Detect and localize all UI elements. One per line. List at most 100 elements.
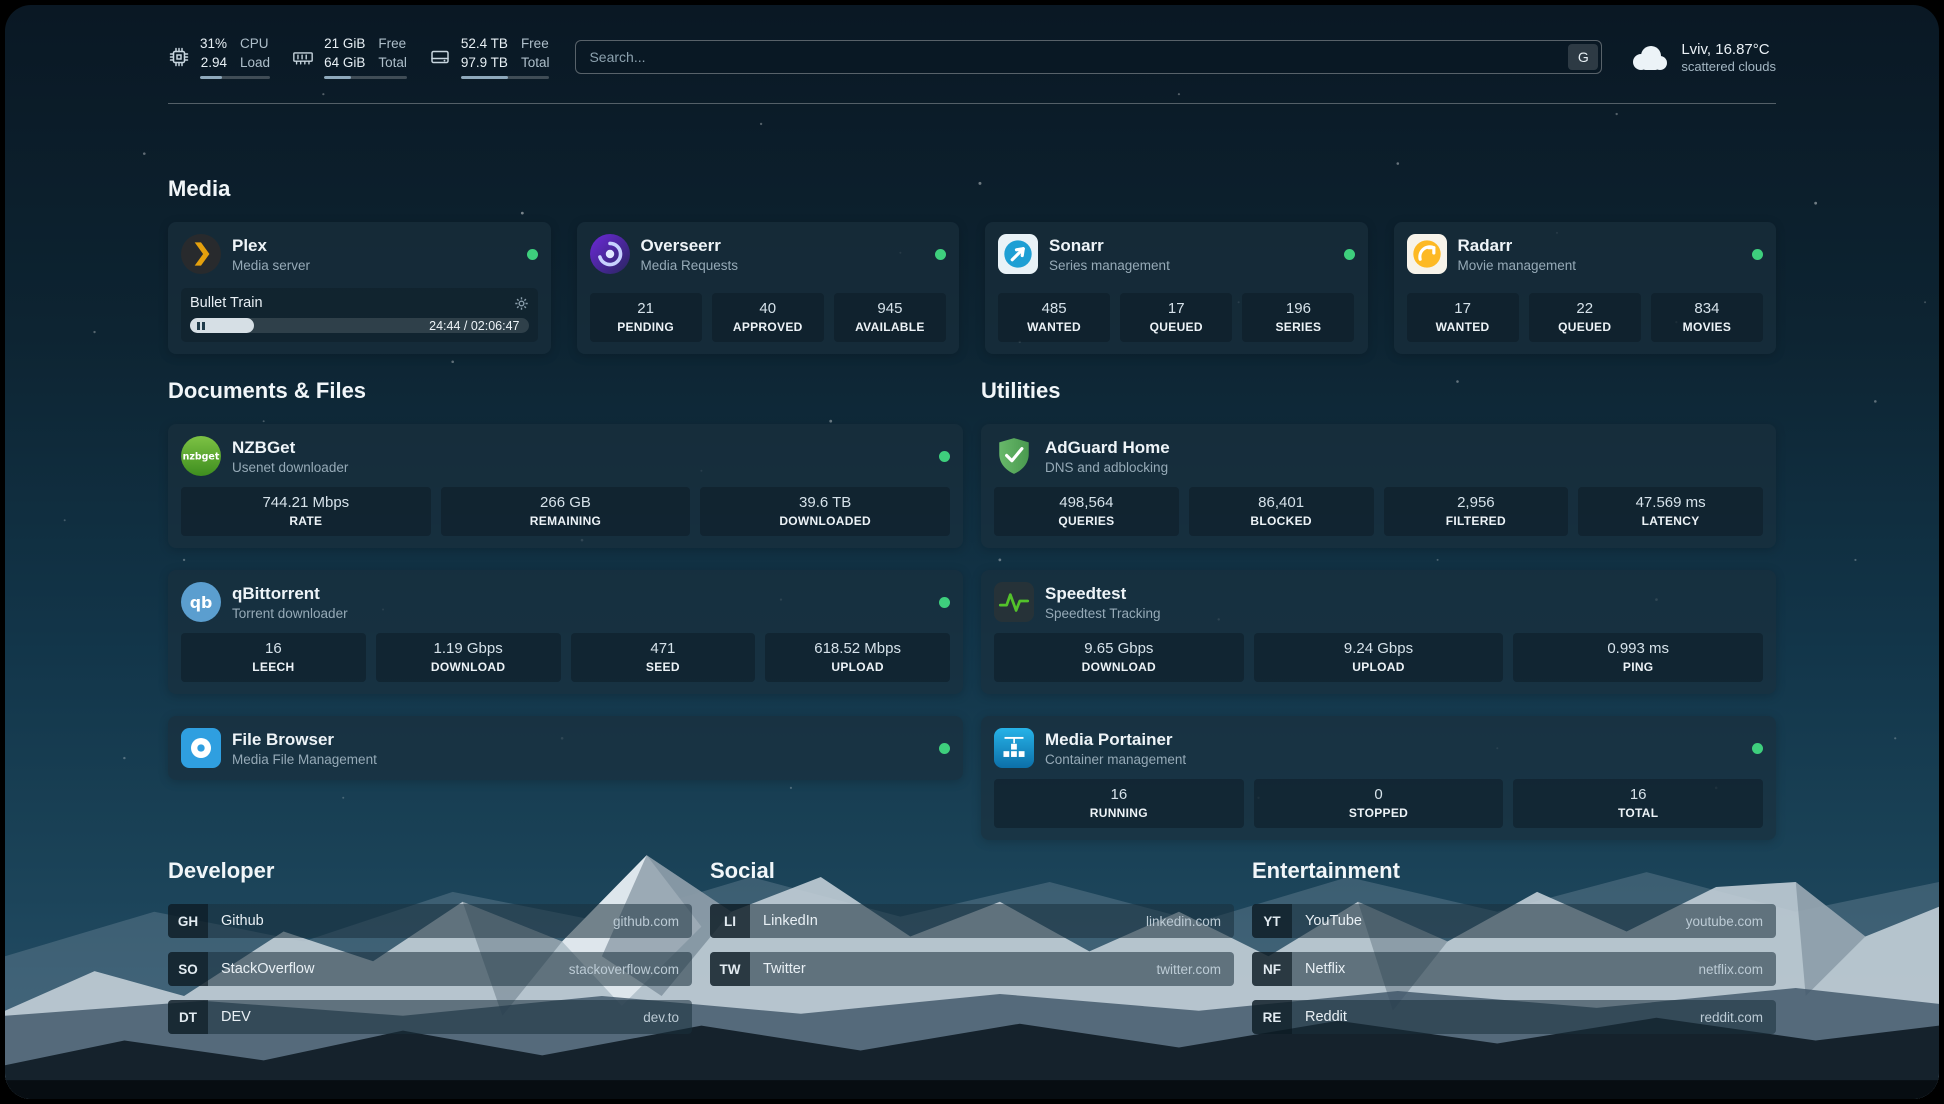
stat-latency: 47.569 msLATENCY [1578, 487, 1763, 536]
settings-gear-icon[interactable] [514, 296, 529, 311]
top-bar: 31% CPU 2.94 Load [168, 5, 1776, 104]
bookmark-github[interactable]: GH Github github.com [168, 904, 692, 938]
stat-available: 945AVAILABLE [834, 293, 946, 342]
disk-icon [429, 46, 451, 68]
disk-readout: 52.4 TB Free 97.9 TB Total [461, 35, 550, 79]
overseerr-icon [590, 234, 630, 274]
stat-approved: 40APPROVED [712, 293, 824, 342]
weather-widget: Lviv, 16.87°C scattered clouds [1628, 41, 1776, 74]
stat-queued: 22QUEUED [1529, 293, 1641, 342]
bookmark-abbr: GH [168, 904, 208, 938]
cpu-progress-fill [200, 76, 222, 79]
filebrowser-icon [181, 728, 221, 768]
status-dot [1344, 249, 1355, 260]
service-name: Overseerr [641, 236, 739, 256]
section-title-social: Social [710, 858, 1234, 884]
memory-total-label: Total [378, 54, 407, 72]
weather-text: Lviv, 16.87°C scattered clouds [1681, 41, 1776, 74]
cpu-load-value: 2.94 [200, 54, 227, 72]
stat-ping: 0.993 msPING [1513, 633, 1763, 682]
bookmark-dev[interactable]: DT DEV dev.to [168, 1000, 692, 1034]
qbittorrent-icon: qb [181, 582, 221, 622]
disk-resource-widget: 52.4 TB Free 97.9 TB Total [429, 35, 550, 79]
service-card-sonarr[interactable]: Sonarr Series management 485WANTED 17QUE… [985, 222, 1368, 354]
cpu-label: CPU [240, 35, 270, 53]
service-subtitle: DNS and adblocking [1045, 460, 1170, 475]
bookmark-stackoverflow[interactable]: SO StackOverflow stackoverflow.com [168, 952, 692, 986]
service-card-adguard[interactable]: AdGuard Home DNS and adblocking 498,564Q… [981, 424, 1776, 548]
service-name: Media Portainer [1045, 730, 1186, 750]
status-dot [527, 249, 538, 260]
bookmark-name: YouTube [1305, 913, 1362, 929]
stat-total: 16TOTAL [1513, 779, 1763, 828]
stat-stopped: 0STOPPED [1254, 779, 1504, 828]
service-stats: 17WANTED 22QUEUED 834MOVIES [1407, 293, 1764, 342]
service-heading: Media Portainer Container management [1045, 730, 1186, 767]
playback-progress-bar[interactable]: 24:44 / 02:06:47 [190, 318, 529, 333]
service-subtitle: Series management [1049, 258, 1170, 273]
plex-now-playing: Bullet Train 24:44 / 02:06:47 [181, 288, 538, 342]
service-card-portainer[interactable]: Media Portainer Container management 16R… [981, 716, 1776, 840]
svg-text:nzbget: nzbget [183, 452, 220, 463]
bookmark-name: Twitter [763, 961, 806, 977]
service-heading: Overseerr Media Requests [641, 236, 739, 273]
memory-progress-fill [324, 76, 351, 79]
cpu-readout: 31% CPU 2.94 Load [200, 35, 270, 79]
stat-filtered: 2,956FILTERED [1384, 487, 1569, 536]
service-card-radarr[interactable]: Radarr Movie management 17WANTED 22QUEUE… [1394, 222, 1777, 354]
bookmark-abbr: DT [168, 1000, 208, 1034]
disk-total-label: Total [521, 54, 550, 72]
service-card-speedtest[interactable]: Speedtest Speedtest Tracking 9.65 GbpsDO… [981, 570, 1776, 694]
stat-pending: 21PENDING [590, 293, 702, 342]
service-card-nzbget[interactable]: nzbget NZBGet Usenet downloader 744.21 M… [168, 424, 963, 548]
service-subtitle: Media server [232, 258, 310, 273]
cpu-load-label: Load [240, 54, 270, 72]
bookmark-name: Reddit [1305, 1009, 1347, 1025]
service-card-qbittorrent[interactable]: qb qBittorrent Torrent downloader 16LEEC… [168, 570, 963, 694]
memory-resource-widget: 21 GiB Free 64 GiB Total [292, 35, 407, 79]
section-title-entertainment: Entertainment [1252, 858, 1776, 884]
status-dot [1752, 743, 1763, 754]
bookmark-group-entertainment: Entertainment YT YouTube youtube.com NF … [1252, 858, 1776, 1034]
service-stats: 21PENDING 40APPROVED 945AVAILABLE [590, 293, 947, 342]
bookmark-linkedin[interactable]: LI LinkedIn linkedin.com [710, 904, 1234, 938]
bookmark-youtube[interactable]: YT YouTube youtube.com [1252, 904, 1776, 938]
bookmark-group-developer: Developer GH Github github.com SO StackO… [168, 858, 692, 1034]
service-card-overseerr[interactable]: Overseerr Media Requests 21PENDING 40APP… [577, 222, 960, 354]
service-heading: Plex Media server [232, 236, 310, 273]
bookmark-reddit[interactable]: RE Reddit reddit.com [1252, 1000, 1776, 1034]
service-subtitle: Container management [1045, 752, 1186, 767]
bookmarks-section: Developer GH Github github.com SO StackO… [168, 858, 1776, 1034]
service-subtitle: Torrent downloader [232, 606, 348, 621]
bookmark-abbr: TW [710, 952, 750, 986]
service-stats: 16RUNNING 0STOPPED 16TOTAL [994, 779, 1763, 828]
bookmark-url: github.com [613, 914, 679, 929]
service-subtitle: Movie management [1458, 258, 1577, 273]
status-dot [1752, 249, 1763, 260]
bookmark-abbr: RE [1252, 1000, 1292, 1034]
speedtest-icon [994, 582, 1034, 622]
bookmark-abbr: YT [1252, 904, 1292, 938]
search-provider-button[interactable]: G [1568, 44, 1598, 70]
stat-download: 1.19 GbpsDOWNLOAD [376, 633, 561, 682]
search-input[interactable] [575, 40, 1602, 74]
stat-blocked: 86,401BLOCKED [1189, 487, 1374, 536]
memory-readout: 21 GiB Free 64 GiB Total [324, 35, 407, 79]
stat-queued: 17QUEUED [1120, 293, 1232, 342]
service-card-plex[interactable]: Plex Media server Bullet Train [168, 222, 551, 354]
stat-remaining: 266 GBREMAINING [441, 487, 691, 536]
memory-progress-track [324, 76, 407, 79]
stat-series: 196SERIES [1242, 293, 1354, 342]
plex-icon [181, 234, 221, 274]
stat-wanted: 17WANTED [1407, 293, 1519, 342]
bookmark-netflix[interactable]: NF Netflix netflix.com [1252, 952, 1776, 986]
pause-icon[interactable] [197, 322, 205, 331]
disk-progress-track [461, 76, 550, 79]
service-name: Speedtest [1045, 584, 1161, 604]
service-card-filebrowser[interactable]: File Browser Media File Management [168, 716, 963, 780]
stat-upload: 9.24 GbpsUPLOAD [1254, 633, 1504, 682]
bookmark-url: youtube.com [1686, 914, 1763, 929]
bookmark-twitter[interactable]: TW Twitter twitter.com [710, 952, 1234, 986]
bookmark-abbr: SO [168, 952, 208, 986]
service-name: AdGuard Home [1045, 438, 1170, 458]
